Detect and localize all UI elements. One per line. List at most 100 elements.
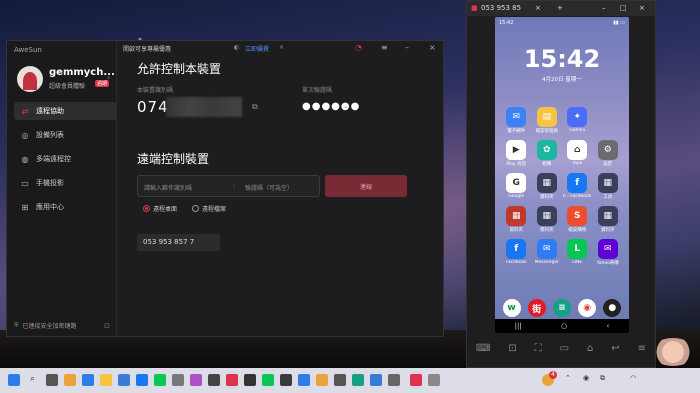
app-icon[interactable]	[428, 374, 440, 386]
app-icon[interactable]	[370, 374, 382, 386]
app-icon[interactable]	[334, 374, 346, 386]
dock-app-icon-2[interactable]: ≡	[552, 299, 571, 317]
awesun-taskbar-icon[interactable]	[410, 374, 422, 386]
app-icon-5[interactable]: ✿ 相簿	[532, 140, 563, 167]
connect-button[interactable]: 連線	[325, 175, 407, 197]
lock-icon[interactable]: ⊡	[104, 322, 110, 330]
store-icon[interactable]	[118, 374, 130, 386]
edge-icon[interactable]	[82, 374, 94, 386]
app-icon-2[interactable]: ✦ Gemini	[562, 107, 593, 134]
app-icon-13[interactable]: ▦ 資料夾	[532, 206, 563, 233]
app-icon-18[interactable]: L LINE	[562, 239, 593, 266]
app-icon-10[interactable]: f II - Facebook	[562, 173, 593, 200]
app-icon[interactable]	[244, 374, 256, 386]
menu-icon[interactable]: ≡	[638, 343, 646, 359]
minimize-icon[interactable]: –	[602, 4, 606, 12]
app-icon-19[interactable]: ✉ Yahoo奇摩	[593, 239, 624, 266]
home-icon[interactable]: ○	[561, 322, 567, 330]
maximize-icon[interactable]: □	[620, 4, 627, 12]
chrome-icon[interactable]	[64, 374, 76, 386]
app-icon[interactable]	[208, 374, 220, 386]
app-icon-11[interactable]: ▦ 工具	[593, 173, 624, 200]
app-icon[interactable]	[190, 374, 202, 386]
sidebar-item-phone-projection[interactable]: ▭ 手機投影	[14, 174, 117, 192]
back-icon[interactable]: ↩	[611, 343, 619, 359]
app-icon[interactable]	[172, 374, 184, 386]
menu-icon[interactable]: ≡	[381, 43, 388, 52]
app-icon[interactable]	[262, 374, 274, 386]
keyboard-icon[interactable]: ⌨	[476, 343, 490, 359]
task-view-icon[interactable]	[46, 374, 58, 386]
close-promo-icon[interactable]: ×	[279, 44, 284, 51]
copy-icon[interactable]: ⧉	[252, 102, 258, 112]
app-icon[interactable]	[316, 374, 328, 386]
search-icon[interactable]: ⌕	[30, 374, 35, 384]
file-explorer-icon[interactable]	[100, 374, 112, 386]
sidebar-item-app-center[interactable]: ⊞ 應用中心	[14, 198, 117, 216]
dock-app-icon-4[interactable]: ●	[603, 299, 622, 317]
sidebar-item-device-list[interactable]: ◎ 設備列表	[14, 126, 117, 144]
app-icon-7[interactable]: ⚙ 設定	[593, 140, 624, 167]
history-entry[interactable]: 053 953 857 7	[137, 234, 220, 251]
app-icon[interactable]	[352, 374, 364, 386]
app-icon[interactable]	[226, 374, 238, 386]
chevron-right-icon[interactable]: ›	[107, 73, 110, 82]
back-icon[interactable]: ‹	[607, 322, 610, 330]
app-icon-14[interactable]: S 蝦皮購物	[562, 206, 593, 233]
dock-app-icon-1[interactable]: 街	[527, 299, 546, 317]
minimize-icon[interactable]: –	[405, 43, 409, 52]
home-icon[interactable]: ⌂	[587, 343, 593, 359]
eye-icon[interactable]: ⌄	[343, 102, 349, 110]
watermark-logo	[650, 338, 696, 366]
radio-remote-file[interactable]: 遠程檔案	[192, 204, 226, 213]
app-icon[interactable]	[388, 374, 400, 386]
rotate-icon[interactable]: ▭	[560, 343, 569, 359]
renew-link[interactable]: 立即續費	[245, 44, 269, 53]
close-icon[interactable]: ×	[429, 43, 436, 52]
start-icon[interactable]	[8, 374, 20, 386]
network-icon[interactable]: ⧉	[600, 374, 605, 383]
app-icon-17[interactable]: ✉ Messenger	[532, 239, 563, 266]
sidebar-item-remote-assist[interactable]: ⇄ 遠程協助	[14, 102, 117, 120]
app-icon-0[interactable]: ✉ 電子郵件	[501, 107, 532, 134]
recent-apps-icon[interactable]: |||	[515, 322, 522, 330]
app-icon-9[interactable]: ▦ 資料夾	[532, 173, 563, 200]
screenshot-icon[interactable]: ⊡	[508, 343, 516, 359]
line-icon[interactable]	[154, 374, 166, 386]
close-tab-icon[interactable]: ×	[535, 4, 541, 12]
radio-remote-desktop[interactable]: 遠程桌面	[143, 204, 177, 213]
app-tray-icon[interactable]: ◉	[583, 374, 589, 382]
close-icon[interactable]: ×	[639, 4, 645, 12]
remote-control-title: 遠端控制裝置	[137, 152, 210, 166]
wifi-icon[interactable]: ◠	[630, 374, 636, 382]
dock-app-icon-3[interactable]: ◉	[578, 299, 597, 317]
app-icon-16[interactable]: f Facebook	[501, 239, 532, 266]
app-icon[interactable]	[136, 374, 148, 386]
device-id-value: 074	[137, 98, 169, 116]
app-icon-12[interactable]: ▦ 資料夾	[501, 206, 532, 233]
app-grid: ✉ 電子郵件 ▤ 檔案管理員 ✦ Gemini ▶ Play 商店 ✿ 相簿 ⌂ Tapo ⚙ 設定 G Go…	[501, 107, 623, 266]
chevron-up-icon[interactable]: ⌃	[565, 374, 571, 382]
app-icon-4[interactable]: ▶ Play 商店	[501, 140, 532, 167]
notification-icon[interactable]: ◔	[355, 43, 362, 52]
dock-app-icon-0[interactable]: w	[502, 299, 521, 317]
app-icon-8[interactable]: G Google	[501, 173, 532, 200]
app-icon-1[interactable]: ▤ 檔案管理員	[532, 107, 563, 134]
multi-screen-icon: ◍	[21, 154, 29, 164]
app-icon-15[interactable]: ▦ 資料夾	[593, 206, 624, 233]
app-icon[interactable]	[298, 374, 310, 386]
app-title: AweSun	[14, 46, 42, 54]
username[interactable]: gemmych...	[49, 67, 115, 78]
app-icon[interactable]	[280, 374, 292, 386]
partner-id-input[interactable]: 請輸入夥伴識別碼 | 驗證碼（可為空）	[137, 175, 320, 197]
avatar[interactable]	[17, 66, 43, 92]
lockscreen-date: 4月20日 星期一	[542, 77, 582, 83]
new-tab-icon[interactable]: +	[557, 4, 563, 12]
app-glyph-icon: ▦	[597, 206, 618, 226]
verification-code-placeholder[interactable]: 驗證碼（可為空）	[245, 183, 293, 192]
fullscreen-icon[interactable]: ⛶	[535, 343, 542, 359]
phone-screen[interactable]: 15:42 ▮▮ ▭ 15:42 4月20日 星期一 ✉ 電子郵件 ▤ 檔案管理員 ✦ Ge…	[495, 17, 629, 333]
sidebar-item-multi-control[interactable]: ◍ 多端遠程控	[14, 150, 117, 168]
app-label: 資料夾	[540, 195, 554, 200]
app-icon-6[interactable]: ⌂ Tapo	[562, 140, 593, 167]
